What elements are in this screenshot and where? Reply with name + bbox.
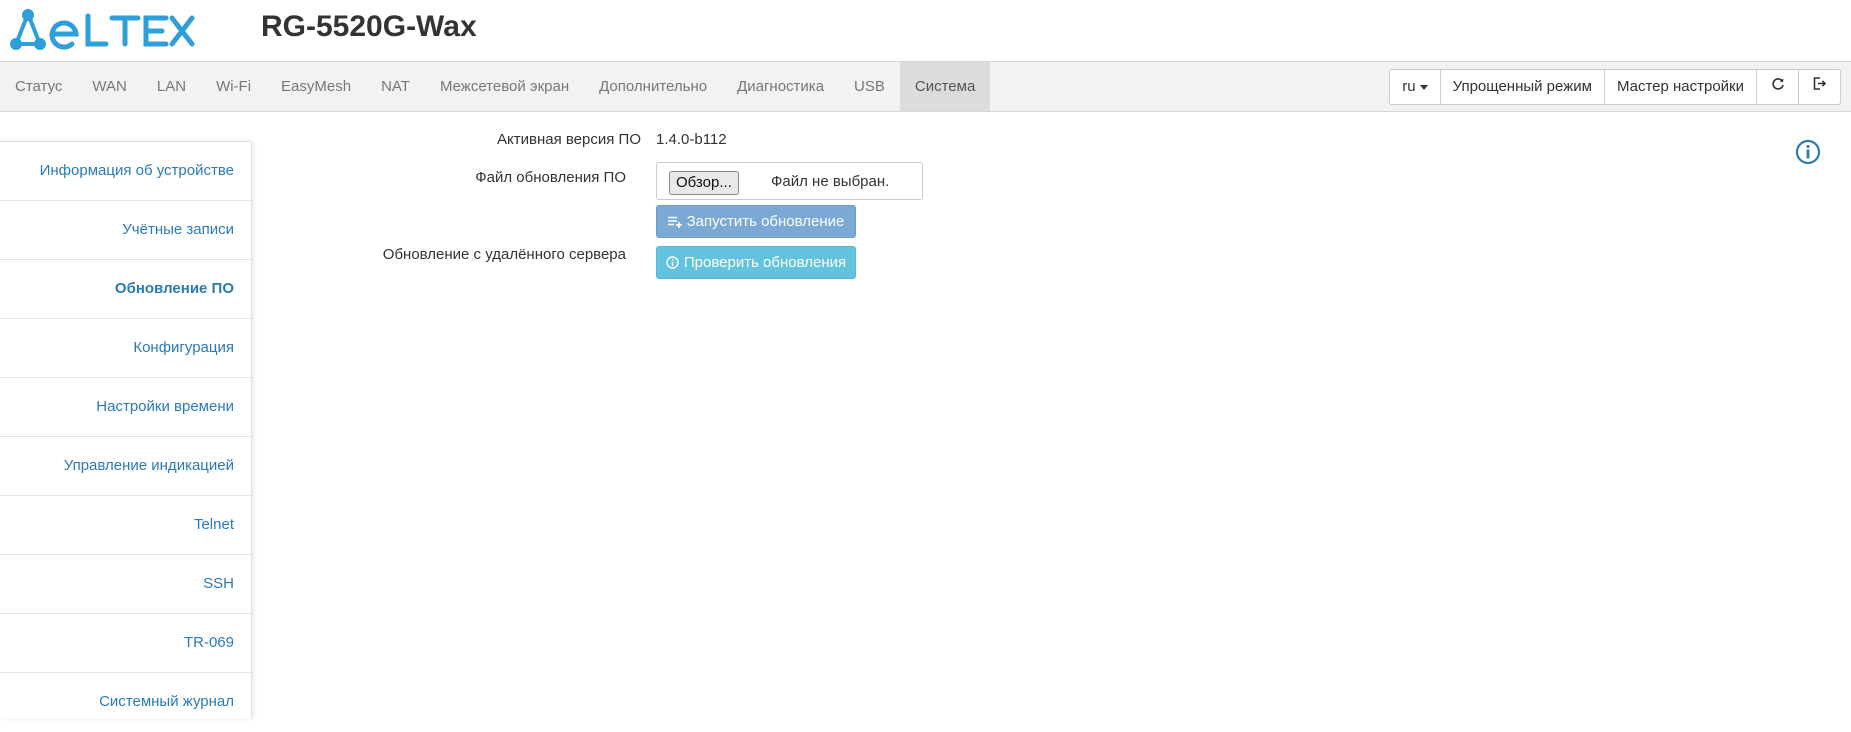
no-file-text: Файл не выбран. <box>771 173 890 190</box>
sidebar-item-ssh[interactable]: SSH <box>0 554 251 613</box>
check-updates-button[interactable]: Проверить обновления <box>656 246 856 279</box>
sidebar-item-accounts[interactable]: Учётные записи <box>0 200 251 259</box>
start-update-button[interactable]: Запустить обновление <box>656 205 856 238</box>
sidebar: Информация об устройстве Учётные записи … <box>0 141 252 719</box>
navbar-actions: ru Упрощенный режим Мастер настройки <box>1389 69 1841 105</box>
browse-button[interactable]: Обзор... <box>669 171 739 195</box>
tab-lan[interactable]: LAN <box>142 62 201 111</box>
logout-button[interactable] <box>1798 69 1841 105</box>
logout-icon <box>1812 70 1827 104</box>
update-file-input[interactable]: Обзор... Файл не выбран. <box>656 162 923 200</box>
refresh-icon <box>1771 70 1785 104</box>
sidebar-item-telnet[interactable]: Telnet <box>0 495 251 554</box>
eltex-logo[interactable] <box>8 8 198 52</box>
tab-wifi[interactable]: Wi-Fi <box>201 62 266 111</box>
header: RG-5520G-Wax <box>0 0 1851 60</box>
setup-wizard-button[interactable]: Мастер настройки <box>1603 69 1757 105</box>
sidebar-item-configuration[interactable]: Конфигурация <box>0 318 251 377</box>
sidebar-item-led-control[interactable]: Управление индикацией <box>0 436 251 495</box>
caret-down-icon <box>1419 84 1428 90</box>
tab-diagnostics[interactable]: Диагностика <box>722 62 839 111</box>
top-navbar: Статус WAN LAN Wi-Fi EasyMesh NAT Межсет… <box>0 61 1851 112</box>
tab-firewall[interactable]: Межсетевой экран <box>425 62 584 111</box>
tab-system[interactable]: Система <box>899 62 991 111</box>
active-version-label: Активная версия ПО <box>497 131 641 148</box>
tab-nat[interactable]: NAT <box>366 62 425 111</box>
language-dropdown[interactable]: ru <box>1389 69 1441 105</box>
playlist-add-icon <box>667 216 682 228</box>
remote-update-label: Обновление с удалённого сервера <box>382 246 626 263</box>
check-updates-label: Проверить обновления <box>683 254 847 271</box>
start-update-label: Запустить обновление <box>686 213 845 230</box>
tab-advanced[interactable]: Дополнительно <box>584 62 722 111</box>
tab-usb[interactable]: USB <box>839 62 900 111</box>
tab-easymesh[interactable]: EasyMesh <box>266 62 366 111</box>
nav-tabs: Статус WAN LAN Wi-Fi EasyMesh NAT Межсет… <box>0 62 991 111</box>
info-icon[interactable] <box>1795 139 1821 165</box>
info-circle-icon <box>666 256 679 269</box>
tab-status[interactable]: Статус <box>0 62 77 111</box>
sidebar-item-system-log[interactable]: Системный журнал <box>0 672 251 731</box>
device-title: RG-5520G-Wax <box>261 10 477 43</box>
sidebar-item-tr069[interactable]: TR-069 <box>0 613 251 672</box>
refresh-button[interactable] <box>1756 69 1799 105</box>
language-value: ru <box>1402 78 1416 95</box>
tab-wan[interactable]: WAN <box>77 62 141 111</box>
simple-mode-button[interactable]: Упрощенный режим <box>1439 69 1605 105</box>
sidebar-item-firmware-update[interactable]: Обновление ПО <box>0 259 251 318</box>
active-version-value: 1.4.0-b112 <box>656 131 727 148</box>
sidebar-item-device-info[interactable]: Информация об устройстве <box>0 141 251 200</box>
sidebar-item-time-settings[interactable]: Настройки времени <box>0 377 251 436</box>
update-file-label: Файл обновления ПО <box>475 169 626 186</box>
